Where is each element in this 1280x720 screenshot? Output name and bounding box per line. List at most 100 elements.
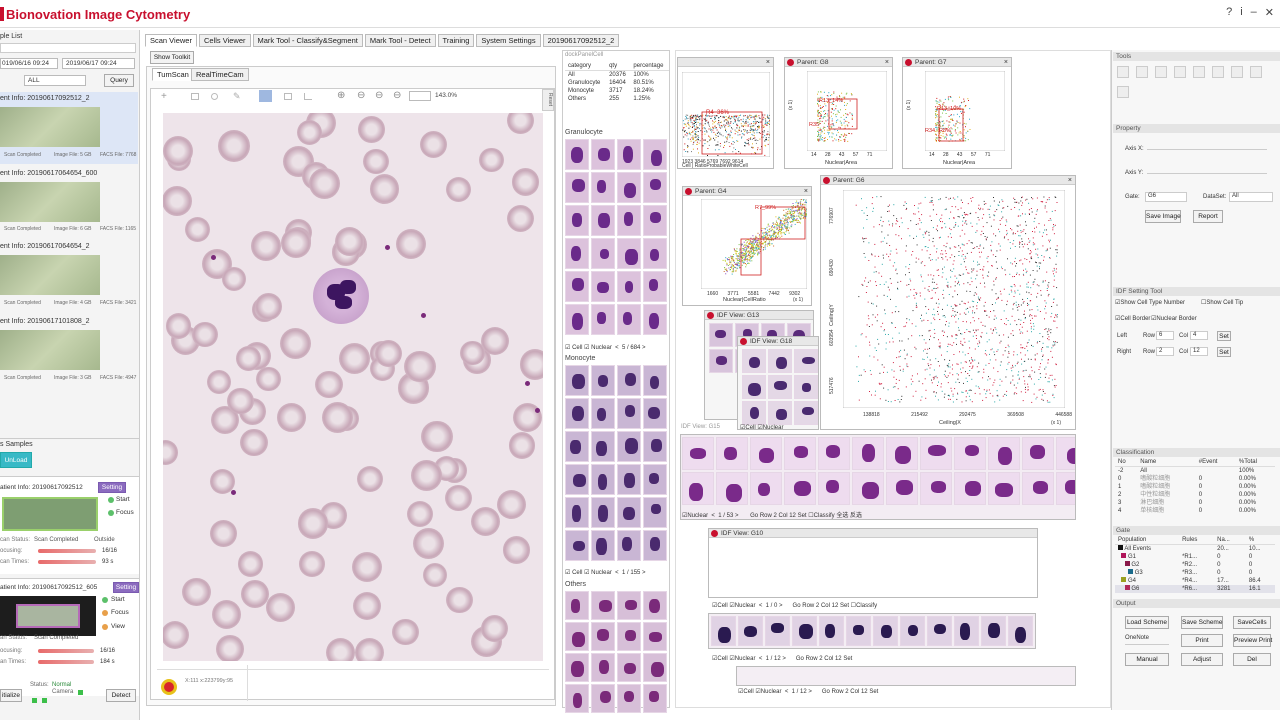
col-input[interactable]: 12 bbox=[789, 513, 796, 519]
close-icon[interactable]: × bbox=[1004, 58, 1008, 67]
cell-thumbnail[interactable] bbox=[617, 271, 641, 302]
image-icon[interactable] bbox=[284, 93, 292, 100]
date-from-field[interactable]: 019/06/16 09:24 bbox=[0, 58, 58, 69]
cell-thumbnail[interactable] bbox=[1056, 437, 1075, 470]
cell-thumbnail[interactable] bbox=[742, 375, 766, 399]
left-col-input[interactable]: 4 bbox=[1190, 331, 1208, 340]
ruler-icon[interactable] bbox=[304, 93, 312, 100]
close-icon[interactable]: ✕ bbox=[1265, 6, 1274, 19]
cell-thumbnail[interactable] bbox=[846, 616, 871, 646]
table-row[interactable]: G6 *R6... 3281 16.1 bbox=[1115, 585, 1275, 593]
cell-thumbnail[interactable] bbox=[819, 616, 844, 646]
idf-panel-g10[interactable]: IDF View: G10 bbox=[708, 528, 1038, 598]
cell-thumbnail[interactable] bbox=[988, 472, 1020, 505]
cell-thumbnail[interactable] bbox=[981, 616, 1006, 646]
cell-thumbnail[interactable] bbox=[716, 472, 748, 505]
tool-icon[interactable] bbox=[1212, 66, 1224, 78]
show-cell-type-checkbox[interactable]: ☑Show Cell Type Number bbox=[1115, 299, 1185, 306]
row-input[interactable]: 2 bbox=[816, 603, 819, 609]
cell-thumbnail[interactable] bbox=[617, 238, 641, 269]
zoom-out-icon[interactable]: ⊖ bbox=[357, 90, 365, 101]
cell-border-checkbox[interactable]: ☑Cell Border bbox=[1115, 315, 1150, 322]
tool-icon[interactable] bbox=[1193, 66, 1205, 78]
cell-thumbnail[interactable] bbox=[617, 684, 641, 713]
cell-thumbnail[interactable] bbox=[565, 304, 589, 335]
cell-thumbnail[interactable] bbox=[794, 349, 818, 373]
g4-scatter-plot[interactable] bbox=[701, 199, 807, 289]
cell-thumbnail[interactable] bbox=[617, 464, 641, 495]
patient-1-focus[interactable]: Focus bbox=[116, 509, 134, 516]
initialize-button[interactable]: itialize bbox=[0, 689, 22, 702]
load-scheme-button[interactable]: Load Scheme bbox=[1125, 616, 1169, 629]
cell-thumbnail[interactable] bbox=[617, 205, 641, 236]
patient-2-start[interactable]: Start bbox=[111, 596, 125, 603]
cell-thumbnail[interactable] bbox=[591, 591, 615, 620]
plot-panel-g8[interactable]: Parent: G8 × (x 1) 14 28 43 57 71 Nuclear… bbox=[784, 57, 893, 169]
tool-icon[interactable] bbox=[1155, 66, 1167, 78]
cell-thumbnail[interactable] bbox=[1022, 437, 1054, 470]
cell-thumbnail[interactable] bbox=[591, 530, 615, 561]
cell-thumbnail[interactable] bbox=[643, 653, 667, 682]
cell-thumbnail[interactable] bbox=[643, 365, 667, 396]
col-input[interactable]: 12 bbox=[835, 656, 842, 662]
cell-thumbnail[interactable] bbox=[565, 139, 589, 170]
manual-button[interactable]: Manual bbox=[1125, 653, 1169, 666]
save-scheme-button[interactable]: Save Scheme bbox=[1181, 616, 1223, 629]
set-button[interactable]: Set bbox=[798, 513, 807, 519]
g8-scatter-plot[interactable] bbox=[807, 71, 887, 151]
table-row[interactable]: Monocyte 3717 18.24% bbox=[565, 87, 669, 95]
invert-select-button[interactable]: 反选 bbox=[850, 513, 862, 519]
cell-thumbnail[interactable] bbox=[768, 375, 792, 399]
patient-1-start[interactable]: Start bbox=[116, 496, 130, 503]
cell-thumbnail[interactable] bbox=[1008, 616, 1033, 646]
patient-2-focus[interactable]: Focus bbox=[111, 609, 129, 616]
cell-thumbnail[interactable] bbox=[591, 238, 615, 269]
idf-bottom-strip[interactable] bbox=[736, 666, 1076, 686]
cell-thumbnail[interactable] bbox=[711, 616, 736, 646]
cell-thumbnail[interactable] bbox=[742, 401, 766, 425]
nuclear-checkbox[interactable]: ☑ bbox=[584, 570, 589, 576]
cell-thumbnail[interactable] bbox=[954, 437, 986, 470]
table-row[interactable]: -2 All 100% bbox=[1115, 467, 1275, 476]
cell-thumbnail[interactable] bbox=[617, 497, 641, 528]
table-row[interactable]: 0 嗜酸粒细胞 0 0.00% bbox=[1115, 475, 1275, 483]
circle-tool-icon[interactable] bbox=[211, 93, 218, 100]
tab-training[interactable]: Training bbox=[437, 34, 475, 47]
zoom-fit-icon[interactable]: ⊖ bbox=[393, 90, 401, 101]
cell-thumbnail[interactable] bbox=[784, 472, 816, 505]
cell-thumbnail[interactable] bbox=[617, 591, 641, 620]
sample-search-input[interactable] bbox=[0, 43, 136, 53]
select-all-button[interactable]: 全选 bbox=[836, 513, 848, 519]
cell-checkbox[interactable]: ☑ bbox=[565, 570, 570, 576]
set-button[interactable]: Set bbox=[869, 689, 878, 695]
cell-thumbnail[interactable] bbox=[1056, 472, 1075, 505]
reset-button[interactable]: Reset bbox=[542, 89, 554, 111]
tool-icon[interactable] bbox=[1174, 66, 1186, 78]
tab-cells-viewer[interactable]: Cells Viewer bbox=[198, 34, 251, 47]
print-button[interactable]: Print bbox=[1181, 634, 1223, 647]
adjust-button[interactable]: Adjust bbox=[1181, 653, 1223, 666]
right-set-button[interactable]: Set bbox=[1217, 347, 1231, 357]
cell-thumbnail[interactable] bbox=[643, 205, 667, 236]
sample-thumbnail-2[interactable] bbox=[0, 182, 100, 222]
page-number[interactable]: 1 bbox=[622, 570, 625, 576]
cell-thumbnail[interactable] bbox=[886, 437, 918, 470]
go-button[interactable]: Go bbox=[793, 603, 801, 609]
cell-thumbnail[interactable] bbox=[617, 398, 641, 429]
crop-icon[interactable] bbox=[191, 93, 199, 100]
idf-panel-g15[interactable] bbox=[680, 434, 1076, 520]
unload-button[interactable]: UnLoad bbox=[0, 452, 32, 468]
cell-thumbnail[interactable] bbox=[643, 530, 667, 561]
nuclear-checkbox[interactable]: ☑ bbox=[584, 345, 589, 351]
table-row[interactable]: G2 *R2... 0 0 bbox=[1115, 561, 1275, 569]
cell-thumbnail[interactable] bbox=[750, 472, 782, 505]
plot-panel-g6[interactable]: Parent: G6 × Ceiling|Y 517476 603954 6904… bbox=[820, 175, 1076, 430]
info-icon[interactable]: i bbox=[1240, 6, 1242, 19]
cell-thumbnail[interactable] bbox=[682, 472, 714, 505]
cell-thumbnail[interactable] bbox=[617, 139, 641, 170]
report-button[interactable]: Report bbox=[1193, 210, 1223, 223]
detect-button[interactable]: Detect bbox=[106, 689, 136, 702]
cell-thumbnail[interactable] bbox=[565, 464, 589, 495]
cell-thumbnail[interactable] bbox=[565, 365, 589, 396]
idf-panel-g18[interactable]: IDF View: G18 bbox=[737, 336, 819, 430]
